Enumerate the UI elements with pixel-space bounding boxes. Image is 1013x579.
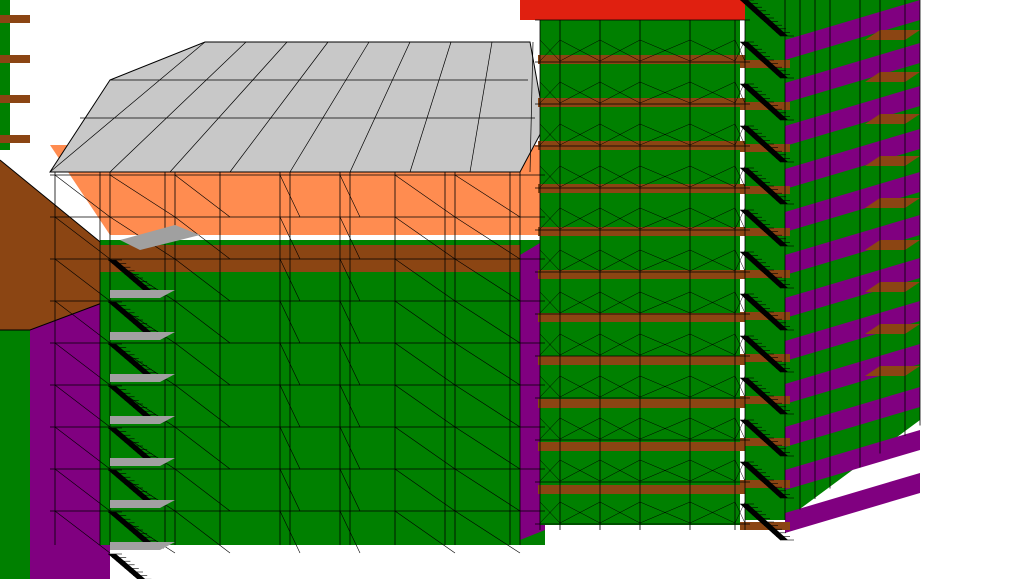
tower-deck bbox=[538, 184, 748, 193]
tower-deck bbox=[538, 485, 748, 494]
tower-deck bbox=[538, 98, 748, 107]
central-green-wall bbox=[100, 240, 545, 545]
tower-deck bbox=[538, 270, 748, 279]
tower-deck bbox=[538, 399, 748, 408]
scaffolding-model-drawing bbox=[0, 0, 1013, 579]
left-building-side bbox=[30, 300, 110, 579]
central-brown-band bbox=[100, 245, 520, 272]
left-tower-deck bbox=[0, 95, 30, 103]
left-tower-deck bbox=[0, 15, 30, 23]
tower-deck bbox=[538, 141, 748, 150]
tower-deck bbox=[538, 227, 748, 236]
left-building-wall bbox=[0, 330, 30, 579]
tower-deck bbox=[538, 442, 748, 451]
left-tower-deck bbox=[0, 135, 30, 143]
tower-red-top bbox=[520, 0, 745, 20]
central-tower bbox=[520, 0, 748, 525]
scaffolding-3d-viewport[interactable] bbox=[0, 0, 1013, 579]
tower-deck bbox=[538, 356, 748, 365]
left-tower-deck bbox=[0, 55, 30, 63]
